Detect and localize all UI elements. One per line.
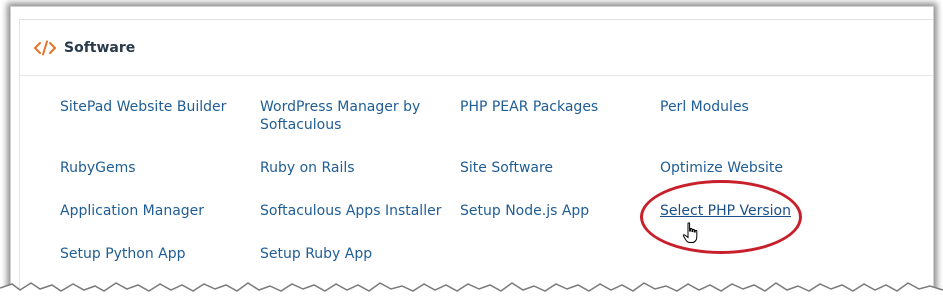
setup-ruby-app-link[interactable]: Setup Ruby App: [260, 245, 450, 263]
panel-header: Software: [20, 20, 933, 76]
section-title: Software: [64, 39, 136, 56]
application-manager-link[interactable]: Application Manager: [60, 202, 250, 220]
php-pear-packages-link[interactable]: PHP PEAR Packages: [460, 98, 650, 116]
setup-python-app-link[interactable]: Setup Python App: [60, 245, 250, 263]
rubygems-link[interactable]: RubyGems: [60, 159, 250, 177]
code-icon: [34, 40, 56, 56]
screenshot-frame: Software SitePad Website Builder WordPre…: [10, 6, 934, 296]
optimize-website-link[interactable]: Optimize Website: [660, 159, 850, 177]
site-software-link[interactable]: Site Software: [460, 159, 650, 177]
setup-nodejs-app-link[interactable]: Setup Node.js App: [460, 202, 650, 220]
softaculous-apps-installer-link[interactable]: Softaculous Apps Installer: [260, 202, 450, 220]
software-panel: Software SitePad Website Builder WordPre…: [19, 19, 933, 295]
torn-edge-decoration: [0, 282, 943, 307]
select-php-version-link[interactable]: Select PHP Version: [660, 202, 850, 220]
ruby-on-rails-link[interactable]: Ruby on Rails: [260, 159, 450, 177]
wordpress-manager-link[interactable]: WordPress Manager by Softaculous: [260, 98, 450, 134]
perl-modules-link[interactable]: Perl Modules: [660, 98, 850, 116]
hand-pointer-icon: [682, 222, 700, 244]
sitepad-website-builder-link[interactable]: SitePad Website Builder: [60, 98, 250, 116]
